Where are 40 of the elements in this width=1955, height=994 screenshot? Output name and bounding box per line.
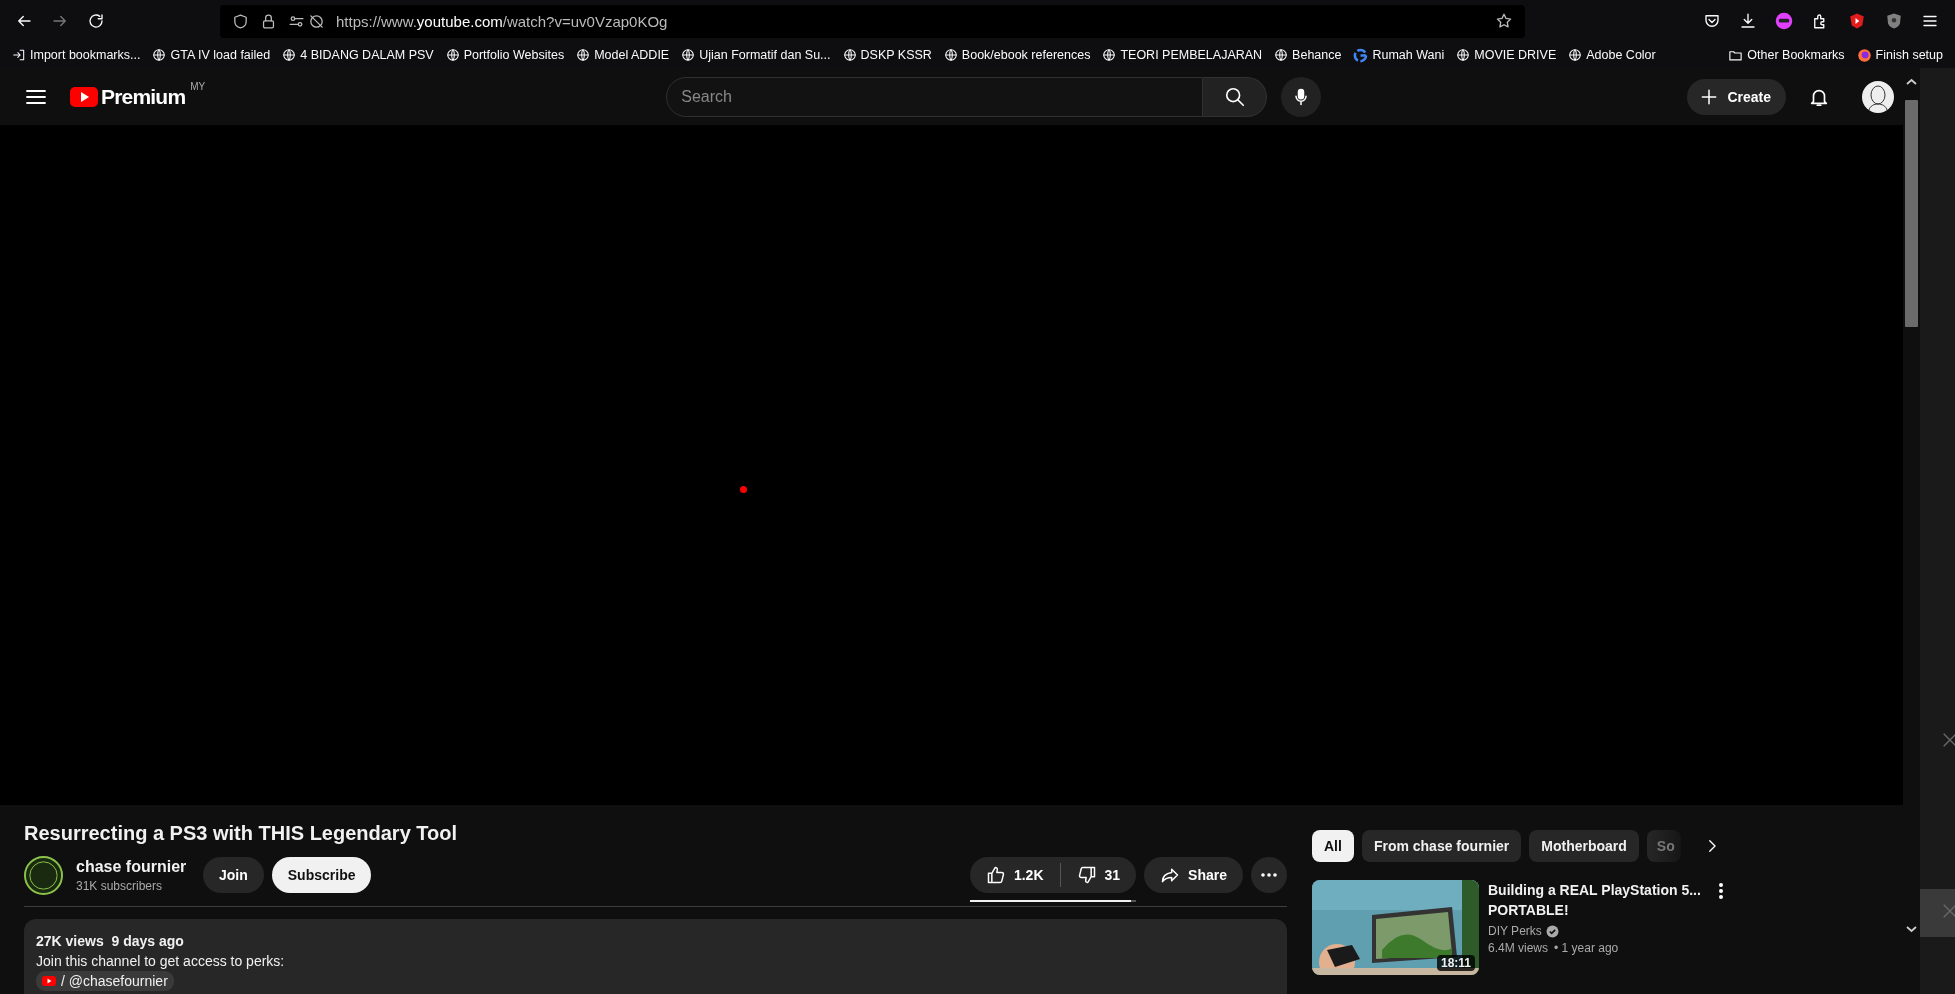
video-title: Resurrecting a PS3 with THIS Legendary Tool [24, 822, 459, 845]
filter-chip[interactable]: From chase fournier [1361, 830, 1522, 862]
youtube-premium-logo[interactable]: Premium $^{MY}$ [70, 84, 206, 109]
channel-link[interactable]: / @chasefournier [36, 971, 174, 991]
url-text: https://www.youtube.com/watch?v=uv0Vzap0KOg [336, 12, 668, 30]
bookmark-link[interactable]: MOVIE DRIVE [1456, 48, 1557, 62]
upload-age: • 1 year ago [1554, 941, 1619, 955]
share-button[interactable]: Share [1144, 857, 1243, 893]
bookmark-link[interactable]: Ujian Formatif dan Su... [681, 48, 831, 62]
bookmark-link[interactable]: GTA IV load failed [152, 48, 271, 62]
bookmark-link[interactable]: Import bookmarks... [12, 48, 141, 62]
filter-chip[interactable]: So [1646, 830, 1681, 862]
bookmark-link[interactable]: Adobe Color [1568, 48, 1656, 62]
bookmark-link[interactable]: Model ADDIE [576, 48, 670, 62]
duration-badge: 18:11 [1436, 955, 1475, 971]
view-count: 6.4M views [1488, 941, 1549, 955]
bookmark-link[interactable]: Other Bookmarks [1728, 47, 1845, 63]
search-field[interactable]: Search [666, 76, 1204, 117]
bookmark-link[interactable]: 4 BIDANG DALAM PSV [282, 48, 434, 62]
bookmark-link[interactable]: Book/ebook references [943, 48, 1091, 62]
channel-name[interactable]: DIY Perks [1488, 924, 1542, 938]
bookmark-link[interactable]: Portfolio Websites [445, 48, 565, 62]
subscriber-count: 31K subscribers [76, 878, 164, 893]
dislike-button[interactable]: 31 [1060, 857, 1137, 893]
description-text: Join this channel to get access to perks: [36, 952, 286, 971]
bookmark-link[interactable]: TEORI PEMBELAJARAN [1102, 48, 1263, 62]
bookmark-link[interactable]: DSKP KSSR [842, 48, 932, 62]
filter-chip[interactable]: All [1312, 830, 1354, 862]
address-bar[interactable]: https://www.youtube.com/watch?v=uv0Vzap0KOg [220, 4, 1525, 38]
create-button[interactable]: Create [1687, 78, 1786, 115]
join-button[interactable]: Join [203, 857, 264, 893]
subscribe-button[interactable]: Subscribe [271, 857, 372, 893]
channel-name[interactable]: chase fournier [76, 857, 190, 876]
filter-chip[interactable]: Motherboard [1529, 830, 1639, 862]
bookmark-link[interactable]: Rumah Wani [1353, 47, 1445, 63]
view-stats: 27K views 9 days ago [36, 932, 185, 951]
bookmark-link[interactable]: Finish setup [1856, 47, 1943, 63]
bookmark-link[interactable]: Behance [1274, 48, 1342, 62]
video-title[interactable]: Building a REAL PlayStation 5... PORTABLE! [1488, 880, 1703, 920]
like-button[interactable]: 1.2K [969, 857, 1060, 893]
